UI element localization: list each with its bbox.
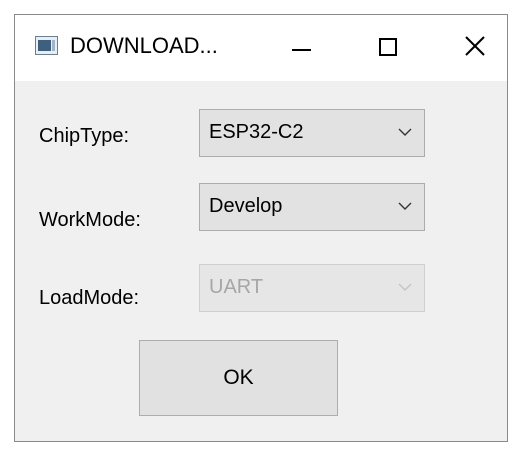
title-bar[interactable]: DOWNLOAD...	[15, 15, 507, 81]
chevron-down-icon	[398, 128, 412, 136]
ok-button-label: OK	[223, 366, 254, 389]
close-button[interactable]	[446, 21, 502, 73]
minimize-button[interactable]	[272, 21, 328, 73]
work-mode-select[interactable]: Develop	[199, 183, 425, 231]
chevron-down-icon	[398, 202, 412, 210]
ok-button[interactable]: OK	[139, 340, 338, 416]
maximize-icon	[379, 38, 397, 56]
work-mode-label: WorkMode:	[39, 209, 141, 231]
load-mode-select[interactable]: UART	[199, 264, 425, 312]
chip-type-label: ChipType:	[39, 125, 130, 147]
work-mode-value: Develop	[209, 195, 283, 217]
app-window-icon	[35, 36, 58, 55]
download-dialog: DOWNLOAD... ChipType: ESP32-C2 WorkMode:…	[14, 14, 508, 442]
window-title: DOWNLOAD...	[70, 33, 218, 58]
load-mode-value: UART	[209, 276, 264, 298]
chevron-down-icon	[398, 283, 412, 291]
minimize-icon	[292, 49, 311, 51]
maximize-button[interactable]	[360, 21, 416, 73]
close-icon	[465, 36, 485, 56]
chip-type-value: ESP32-C2	[209, 121, 304, 143]
chip-type-select[interactable]: ESP32-C2	[199, 109, 425, 157]
load-mode-label: LoadMode:	[39, 287, 140, 309]
